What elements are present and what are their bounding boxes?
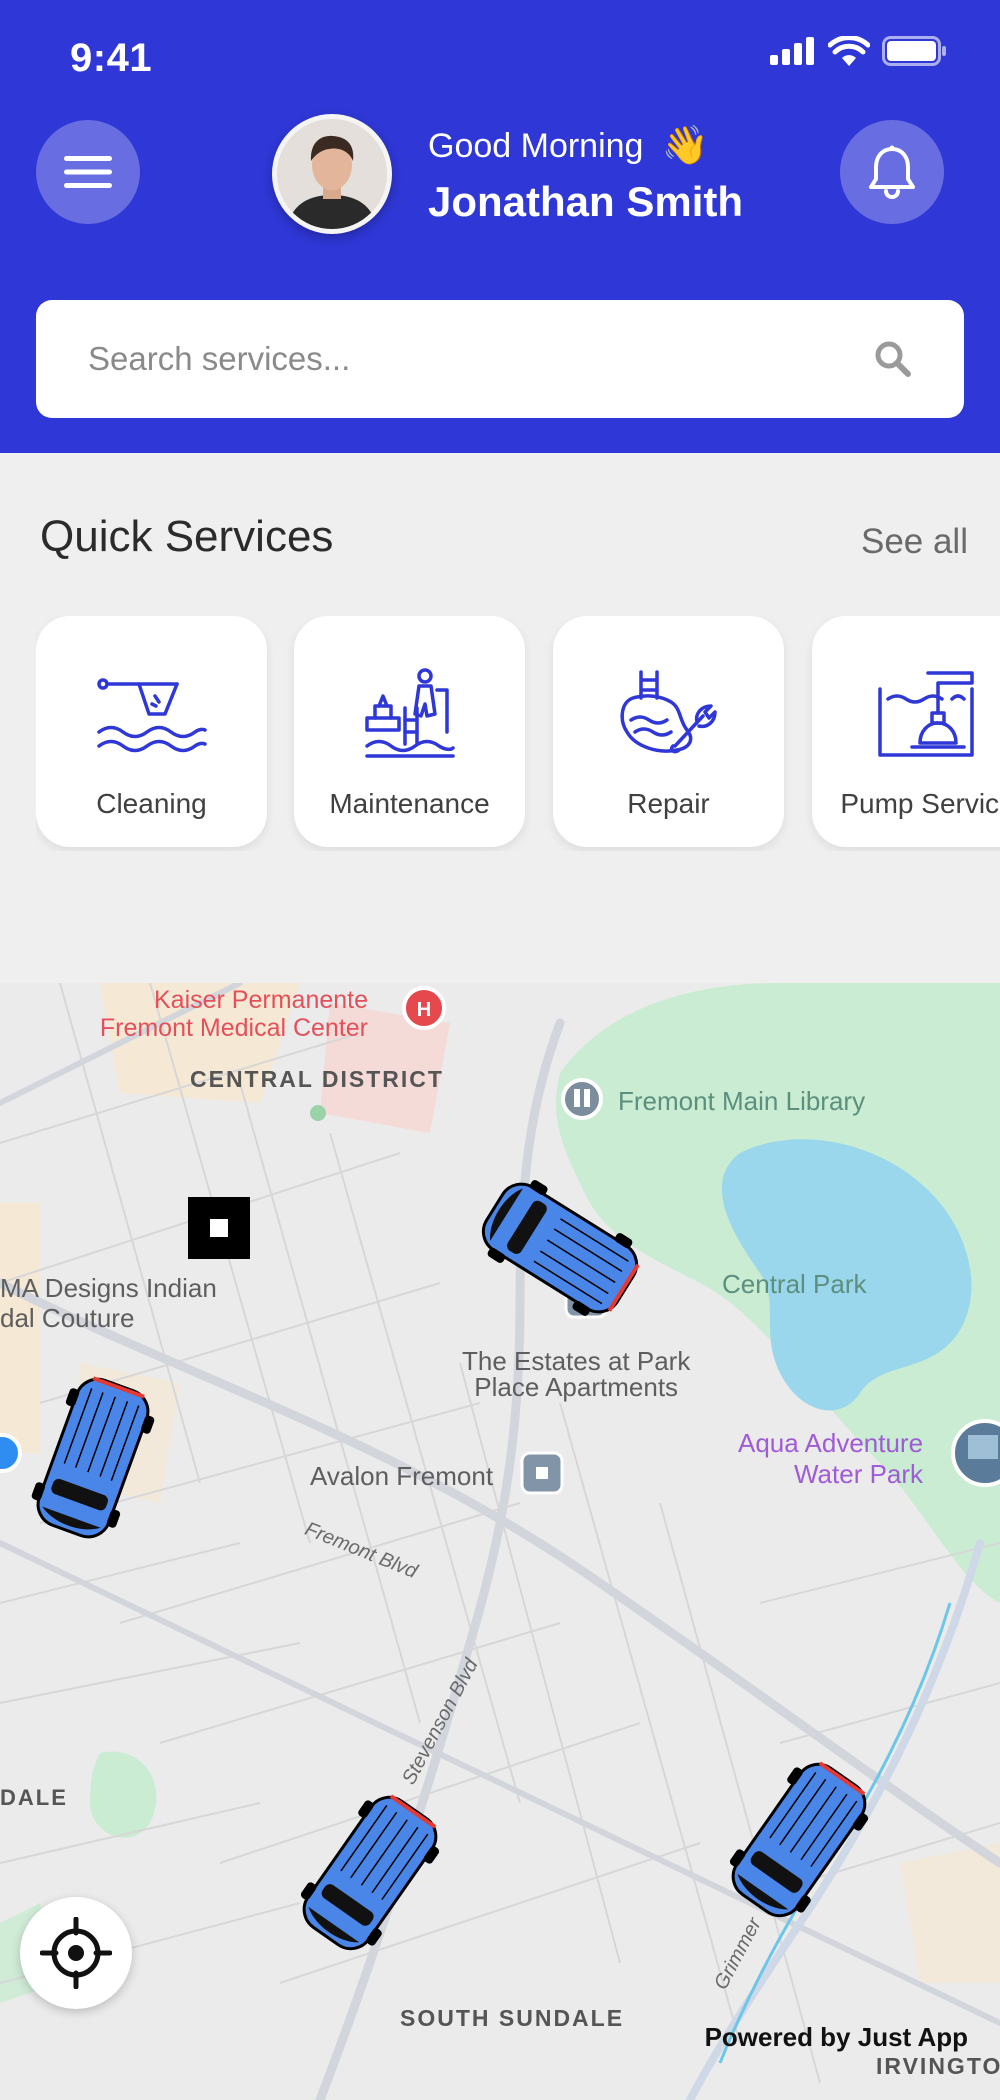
greeting-text: Good Morning [428,126,644,165]
search-icon[interactable] [874,340,912,378]
service-card-maintenance[interactable]: Maintenance [294,616,525,847]
map-label-line: Aqua Adventure [738,1428,924,1458]
map-label-line: Kaiser Permanente [154,986,369,1014]
powered-by-text: Powered by Just App [704,2022,968,2052]
see-all-link[interactable]: See all [861,522,968,562]
service-card-pump-service[interactable]: Pump Service [812,616,1000,847]
pool-cleaning-icon [96,666,207,762]
map-label-line: Water Park [793,1459,924,1489]
hospital-marker: H [402,986,446,1030]
map-label-south-sundale: SOUTH SUNDALE [400,2005,625,2031]
map-label-avalon: Avalon Fremont [310,1461,494,1491]
quick-services-title: Quick Services [40,512,334,561]
map-label-library: Fremont Main Library [618,1086,866,1116]
battery-icon [882,36,946,66]
search-input[interactable] [88,340,874,378]
map-label-line: Fremont Medical Center [99,1014,369,1042]
water-park-marker [951,1419,1000,1487]
avatar[interactable] [272,114,392,234]
svg-text:H: H [417,999,431,1021]
service-label: Cleaning [96,788,207,819]
map-label-line: dal Couture [0,1303,135,1333]
map-label-kaiser: Kaiser Permanente Fremont Medical Center [90,986,368,1042]
status-time: 9:41 [70,36,153,80]
map-label-irvington: IRVINGTO [876,2053,1000,2079]
map-label-central-district: CENTRAL DISTRICT [190,1066,444,1092]
crosshair-icon [40,1917,112,1989]
quick-services-list: Cleaning Maintenance Repair Pump Service [36,616,1000,851]
menu-button[interactable] [36,120,140,224]
status-icons [770,36,948,66]
service-label: Pump Service [840,788,1000,819]
pool-repair-icon [617,666,721,762]
map-label-ma-designs: MA Designs Indian dal Couture [0,1273,217,1333]
pool-maintenance-icon [364,666,455,762]
avalon-marker [520,1451,564,1495]
map-label-aqua: Aqua Adventure Water Park [738,1428,923,1490]
service-label: Maintenance [329,788,490,819]
map-view[interactable]: H Kaiser Permanente Fremont Medical Cent [0,983,1000,2100]
my-location-button[interactable] [20,1897,132,2009]
app-header: 9:41 Good Morning 👋 Jonathan Smith Searc… [0,0,1000,453]
bell-icon [869,145,915,199]
wifi-icon [828,36,870,66]
service-label: Repair [627,788,710,819]
user-photo [277,119,387,229]
notifications-button[interactable] [840,120,944,224]
user-name: Jonathan Smith [428,178,744,225]
map-label-estates: The Estates at Park Place Apartments [462,1348,690,1400]
pool-pump-icon [877,666,978,762]
search-box[interactable] [36,300,964,418]
hamburger-icon [64,156,112,188]
map-label-line: MA Designs Indian [0,1273,217,1303]
map-base: H [0,983,1000,2100]
black-square-marker [188,1197,250,1259]
waving-hand-icon: 👋 [661,125,709,167]
map-label-line: The Estates at Park [462,1346,691,1376]
greeting: Good Morning 👋 [428,124,709,168]
service-card-repair[interactable]: Repair [553,616,784,847]
map-label-central-park: Central Park [722,1269,867,1299]
library-marker [561,1078,603,1120]
service-card-cleaning[interactable]: Cleaning [36,616,267,847]
signal-icon [770,37,814,65]
map-label-dale: DALE [0,1785,68,1810]
map-label-line: Place Apartments [474,1372,679,1402]
